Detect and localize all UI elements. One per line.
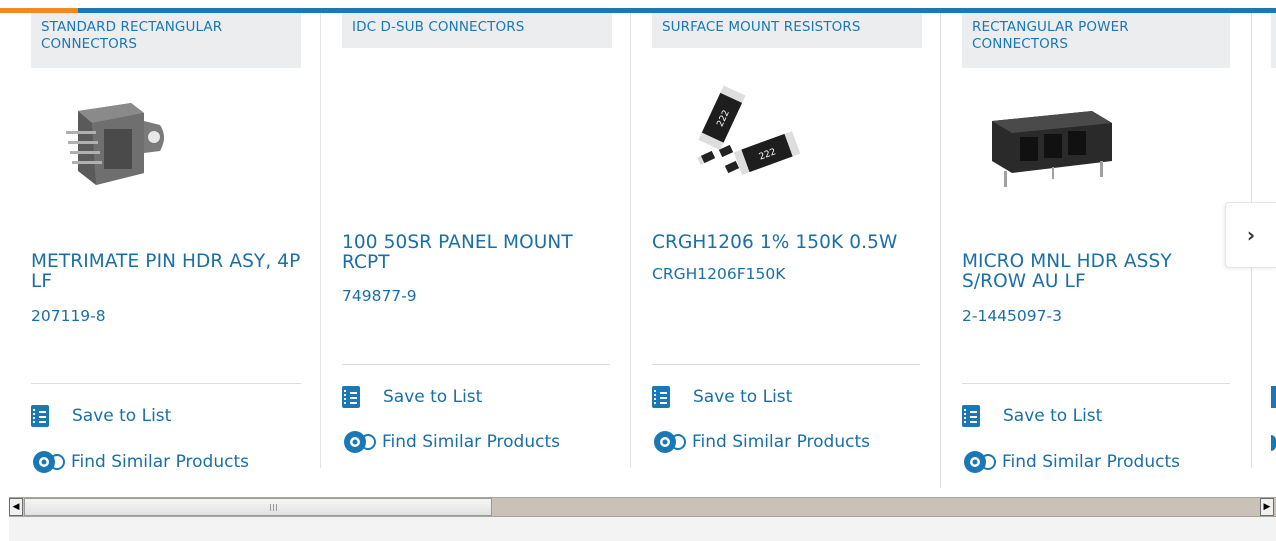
part-number[interactable]: 207119-8 (31, 307, 106, 325)
find-similar-button[interactable]: Find Similar Products (652, 430, 870, 454)
scrollbar-thumb[interactable] (24, 498, 492, 516)
card-divider (320, 13, 321, 468)
card-separator (652, 364, 920, 365)
save-to-list-label: Save to List (693, 387, 793, 407)
checklist-icon (342, 386, 360, 408)
product-card: SURFACE MOUNT RESISTORS 222 222 CRGH1206… (652, 13, 922, 491)
product-carousel: STANDARD RECTANGULAR CONNECTORS METRIMAT… (0, 13, 1276, 491)
product-category: SURFACE MOUNT RESISTORS (652, 13, 922, 48)
card-separator (962, 383, 1230, 384)
power-connector-image (992, 111, 1112, 187)
save-to-list-label: Save to List (1003, 406, 1103, 426)
find-similar-button[interactable]: Find Similar Products (342, 430, 560, 454)
card-divider (940, 13, 941, 488)
save-to-list-button[interactable]: Save to List (652, 386, 792, 408)
product-title[interactable]: 100 50SR PANEL MOUNT RCPT (342, 233, 612, 273)
checklist-icon (31, 405, 49, 427)
save-to-list-button[interactable]: Save to List (962, 405, 1102, 427)
rectangular-connector-image (66, 103, 164, 185)
scroll-right-arrow[interactable]: ▶ (1260, 498, 1274, 516)
save-to-list-label: Save to List (72, 406, 172, 426)
find-similar-label: Find Similar Products (692, 432, 870, 452)
chevron-right-icon: › (1246, 223, 1256, 247)
save-to-list-button[interactable]: Save to List (342, 386, 482, 408)
checklist-icon (652, 386, 670, 408)
product-title[interactable]: METRIMATE PIN HDR ASY, 4P LF (31, 252, 301, 292)
find-similar-label: Find Similar Products (1002, 452, 1180, 472)
product-card: IDC D-SUB CONNECTORS 100 50SR PANEL MOUN… (342, 13, 612, 491)
part-number[interactable]: CRGH1206F150K (652, 265, 785, 283)
checklist-icon[interactable] (1271, 386, 1276, 408)
product-category: STANDARD RECTANGULAR CONNECTORS (31, 13, 301, 68)
product-title[interactable]: CRGH1206 1% 150K 0.5W (652, 233, 922, 253)
similar-products-icon (344, 431, 376, 453)
checklist-icon (962, 405, 980, 427)
smd-resistor-image: 222 222 (697, 85, 801, 175)
part-number[interactable]: 2-1445097-3 (962, 307, 1062, 325)
find-similar-button[interactable]: Find Similar Products (962, 450, 1180, 474)
product-category: IDC D-SUB CONNECTORS (342, 13, 612, 48)
product-category (1271, 13, 1276, 68)
card-separator (342, 364, 610, 365)
card-separator (31, 383, 301, 384)
footer-area (9, 517, 1276, 541)
similar-products-icon (654, 431, 686, 453)
card-divider (630, 13, 631, 468)
product-category: RECTANGULAR POWER CONNECTORS (962, 13, 1230, 68)
product-card: STANDARD RECTANGULAR CONNECTORS METRIMAT… (31, 13, 301, 491)
save-to-list-button[interactable]: Save to List (31, 405, 171, 427)
similar-products-icon (964, 451, 996, 473)
find-similar-label: Find Similar Products (71, 452, 249, 472)
product-card: RECTANGULAR POWER CONNECTORS MICRO MNL H… (962, 13, 1232, 491)
similar-products-icon[interactable] (1271, 435, 1276, 451)
save-to-list-label: Save to List (383, 387, 483, 407)
part-number[interactable]: 749877-9 (342, 287, 417, 305)
product-title[interactable]: MICRO MNL HDR ASSY S/ROW AU LF (962, 252, 1224, 292)
similar-products-icon (33, 451, 65, 473)
find-similar-label: Find Similar Products (382, 432, 560, 452)
carousel-next-button[interactable]: › (1225, 202, 1276, 268)
grip-icon (270, 504, 277, 511)
find-similar-button[interactable]: Find Similar Products (31, 450, 249, 474)
scroll-left-arrow[interactable]: ◀ (9, 498, 23, 516)
horizontal-scrollbar[interactable]: ◀ ▶ (9, 497, 1276, 517)
